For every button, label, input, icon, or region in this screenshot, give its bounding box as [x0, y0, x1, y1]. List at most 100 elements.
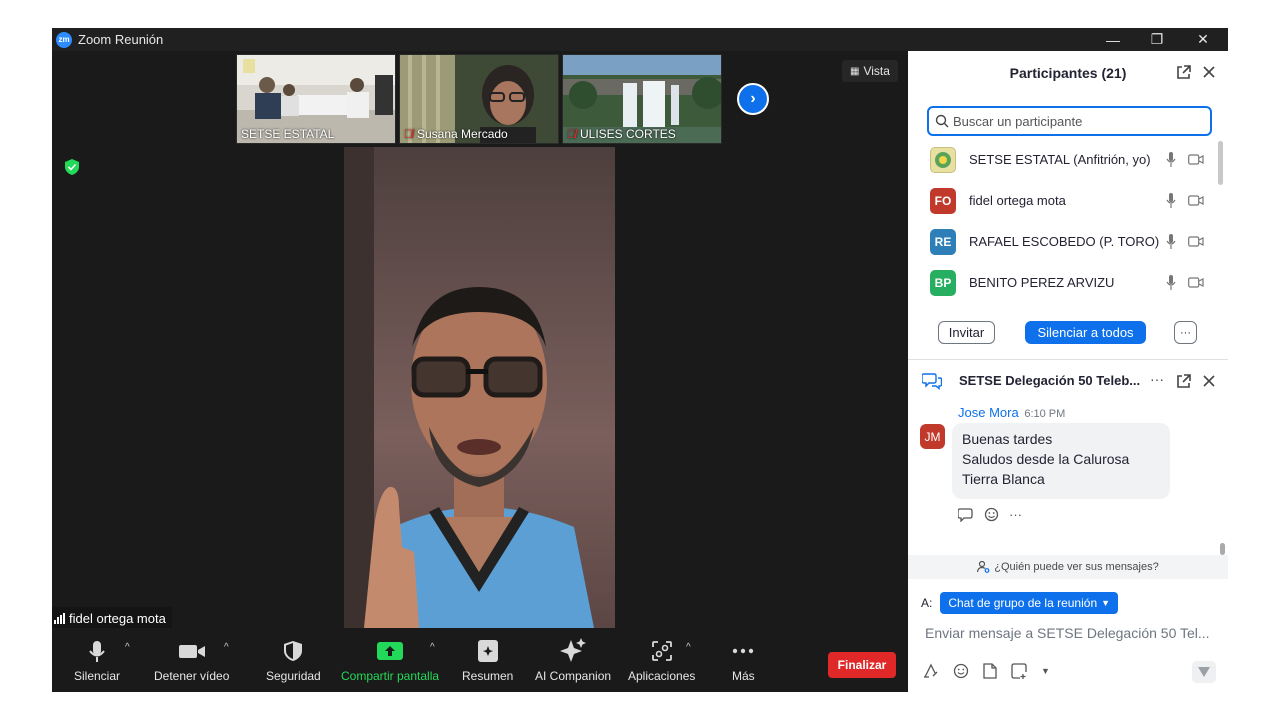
- mic-icon[interactable]: [1166, 275, 1176, 290]
- close-chat-icon[interactable]: [1203, 375, 1215, 387]
- emoji-reaction-icon[interactable]: [984, 507, 999, 522]
- screenshot-icon[interactable]: [1011, 663, 1027, 679]
- send-icon: [1198, 667, 1210, 677]
- thumbnail-label: SETSE ESTATAL: [241, 127, 335, 141]
- security-shield-icon: [284, 641, 303, 661]
- thumbnail-ulises-cortes[interactable]: 🎙̸ ULISES CORTES: [562, 54, 722, 144]
- recipient-dropdown[interactable]: Chat de grupo de la reunión ▼: [940, 592, 1119, 614]
- file-icon[interactable]: [983, 663, 997, 679]
- side-panel: Participantes (21) SETSE ESTATAL (Anfitr…: [908, 51, 1228, 692]
- thumbnail-setse-estatal[interactable]: SETSE ESTATAL: [236, 54, 396, 144]
- more-tools-chevron-icon[interactable]: ▼: [1041, 666, 1050, 676]
- participant-avatar: RE: [930, 228, 956, 255]
- next-page-button[interactable]: ›: [737, 83, 769, 115]
- camera-icon[interactable]: [1188, 236, 1204, 247]
- camera-icon[interactable]: [1188, 195, 1204, 206]
- chat-messages: Jose Mora 6:10 PM JM Buenas tardes Salud…: [908, 401, 1220, 551]
- thumbnail-susana-mercado[interactable]: 🎙̸ Susana Mercado: [399, 54, 559, 144]
- send-button[interactable]: [1192, 661, 1216, 683]
- encryption-shield-icon[interactable]: [65, 159, 79, 175]
- chat-title: SETSE Delegación 50 Teleb...: [959, 373, 1141, 388]
- more-button[interactable]: Más: [732, 634, 755, 690]
- security-button[interactable]: Seguridad: [266, 634, 321, 690]
- mic-icon[interactable]: [1166, 234, 1176, 249]
- close-participants-icon[interactable]: [1203, 66, 1215, 78]
- search-icon: [935, 114, 949, 128]
- popout-icon[interactable]: [1176, 65, 1191, 80]
- speaker-video-image: [344, 147, 615, 628]
- apps-options-caret-icon[interactable]: ^: [686, 642, 691, 653]
- participant-row[interactable]: BP BENITO PEREZ ARVIZU: [908, 262, 1218, 299]
- zoom-logo-icon: zm: [56, 31, 72, 48]
- message-sender: Jose Mora 6:10 PM: [958, 405, 1066, 420]
- ai-sparkle-icon: [560, 638, 587, 662]
- more-dots-icon: [733, 648, 754, 654]
- chat-bubble-icon: [922, 373, 942, 390]
- restore-button[interactable]: ❐: [1134, 28, 1180, 51]
- participant-list-scrollbar[interactable]: [1218, 141, 1223, 185]
- person-eye-icon: [977, 561, 990, 573]
- title-bar: zm Zoom Reunión — ❐ ✕: [52, 28, 1228, 51]
- muted-mic-icon: 🎙̸: [404, 127, 413, 141]
- share-options-caret-icon[interactable]: ^: [430, 642, 435, 653]
- camera-icon[interactable]: [1188, 154, 1204, 165]
- chat-tools: ▼: [923, 663, 1050, 679]
- stop-video-button[interactable]: Detener vídeo: [154, 634, 229, 690]
- reply-thread-icon[interactable]: [958, 507, 974, 522]
- participant-avatar: FO: [930, 187, 956, 214]
- panel-divider: [908, 359, 1228, 360]
- summary-button[interactable]: Resumen: [462, 634, 513, 690]
- ai-companion-button[interactable]: AI Companion: [535, 634, 611, 690]
- participant-row[interactable]: RE RAFAEL ESCOBEDO (P. TORO): [908, 221, 1218, 262]
- participant-search-box[interactable]: [927, 106, 1212, 136]
- video-area: SETSE ESTATAL 🎙̸ Susana Mercado 🎙̸ ULISE…: [52, 51, 908, 692]
- audio-options-caret-icon[interactable]: ^: [125, 642, 130, 653]
- who-can-see-link[interactable]: ¿Quién puede ver sus mensajes?: [908, 555, 1228, 579]
- chat-popout-icon[interactable]: [1176, 374, 1191, 389]
- sender-avatar: JM: [920, 424, 945, 449]
- participant-search-input[interactable]: [953, 113, 1193, 129]
- participant-row[interactable]: SETSE ESTATAL (Anfitrión, yo): [908, 139, 1218, 180]
- participant-list: SETSE ESTATAL (Anfitrión, yo) FO fidel o…: [908, 139, 1218, 299]
- meeting-toolbar: Silenciar ^ Detener vídeo ^ Seguridad Co…: [52, 628, 908, 692]
- emoji-icon[interactable]: [953, 663, 969, 679]
- mic-icon[interactable]: [1166, 193, 1176, 208]
- setse-logo-icon: [935, 151, 951, 168]
- active-speaker-video: [344, 147, 615, 628]
- invite-button[interactable]: Invitar: [938, 321, 995, 344]
- chevron-down-icon: ▼: [1101, 598, 1111, 608]
- participants-title: Participantes (21): [1009, 65, 1127, 81]
- participants-more-button[interactable]: ···: [1174, 321, 1197, 344]
- message-input[interactable]: [925, 625, 1217, 641]
- view-button[interactable]: ▦ Vista: [842, 60, 898, 82]
- close-window-button[interactable]: ✕: [1180, 28, 1226, 51]
- window-title: Zoom Reunión: [78, 32, 164, 47]
- video-camera-icon: [178, 645, 205, 658]
- recipient-row: A: Chat de grupo de la reunión ▼: [921, 592, 1119, 614]
- chat-scrollbar[interactable]: [1220, 543, 1225, 555]
- grid-view-icon: ▦: [850, 65, 860, 77]
- share-screen-icon: [377, 642, 404, 660]
- message-actions: ···: [958, 507, 1022, 522]
- signal-strength-icon: [54, 612, 65, 624]
- share-screen-button[interactable]: Compartir pantalla: [341, 634, 439, 690]
- chat-more-button[interactable]: ···: [1150, 371, 1164, 387]
- message-more-button[interactable]: ···: [1009, 507, 1022, 522]
- end-meeting-button[interactable]: Finalizar: [828, 652, 896, 678]
- microphone-icon: [89, 641, 105, 662]
- video-options-caret-icon[interactable]: ^: [224, 642, 229, 653]
- apps-icon: [651, 641, 672, 661]
- minimize-button[interactable]: —: [1090, 28, 1136, 51]
- format-text-icon[interactable]: [923, 663, 939, 679]
- thumbnail-label: 🎙̸ ULISES CORTES: [567, 127, 676, 141]
- mic-icon[interactable]: [1166, 152, 1176, 167]
- zoom-window: zm Zoom Reunión — ❐ ✕ SETSE ESTATAL 🎙̸ S…: [52, 28, 1228, 692]
- mute-button[interactable]: Silenciar: [74, 634, 120, 690]
- host-avatar: [930, 146, 956, 173]
- camera-icon[interactable]: [1188, 277, 1204, 288]
- message-bubble: Buenas tardes Saludos desde la Calurosa …: [952, 423, 1170, 499]
- mute-all-button[interactable]: Silenciar a todos: [1025, 321, 1146, 344]
- recipient-label: A:: [921, 596, 933, 610]
- participant-row[interactable]: FO fidel ortega mota: [908, 180, 1218, 221]
- chevron-right-icon: ›: [750, 90, 756, 107]
